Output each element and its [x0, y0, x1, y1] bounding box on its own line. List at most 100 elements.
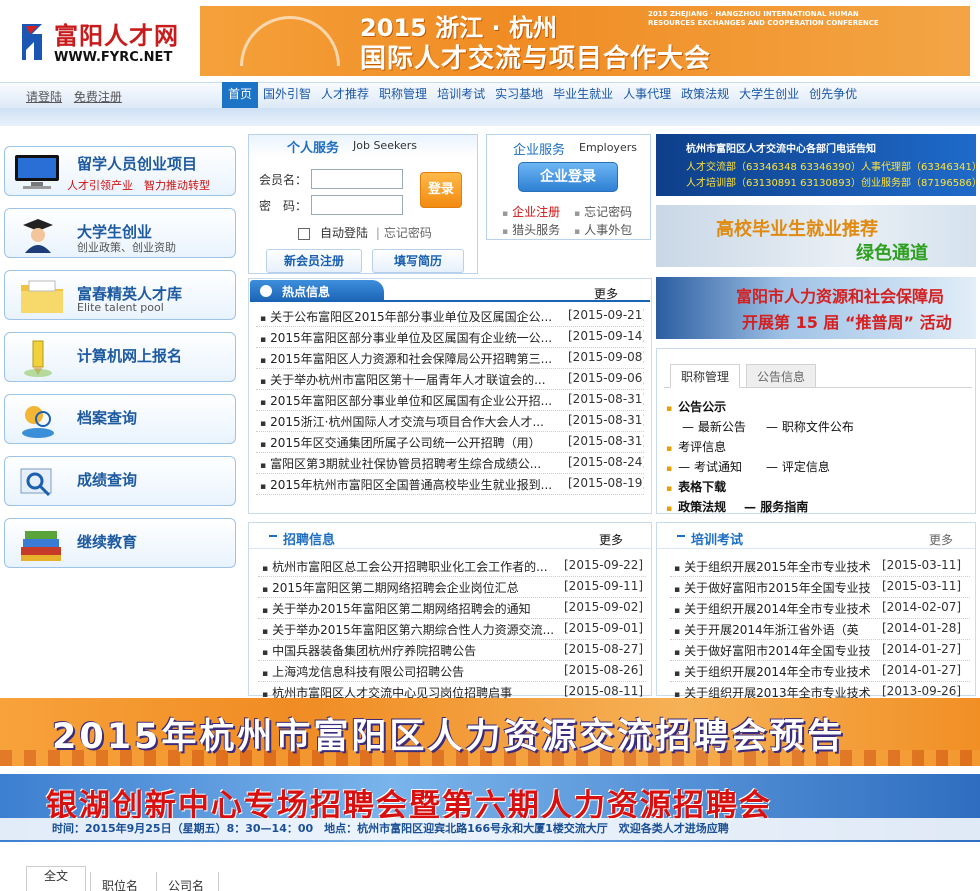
list-item-title[interactable]: 上海鸿龙信息科技有限公司招聘公告 [262, 663, 464, 680]
training-more-link[interactable]: 更多 [929, 531, 953, 548]
list-item[interactable]: 2015年杭州市富阳区全国普通高校毕业生就业报到... [2015-08-19] [256, 474, 644, 495]
mandarin-week-ad[interactable]: 富阳市人力资源和社会保障局 开展第 15 届 “推普周” 活动 [656, 277, 976, 339]
list-item-title[interactable]: 关于举办杭州市富阳区第十一届青年人才联谊会的... [260, 371, 545, 388]
exam-info-heading[interactable]: ▪ 考评信息 [666, 438, 726, 455]
list-item[interactable]: 关于开展2014年浙江省外语（英 [2014-01-28] [670, 619, 970, 640]
login-button[interactable]: 登录 [420, 172, 462, 208]
list-item[interactable]: 富阳区第3期就业社保协管员招聘考生综合成绩公... [2015-08-24] [256, 453, 644, 474]
nav-item-talent[interactable]: 人才推荐 [316, 82, 374, 108]
headhunter-link[interactable]: 猎头服务 [502, 221, 560, 238]
fill-resume-button[interactable]: 填写简历 [372, 249, 464, 273]
search-tab-fulltext[interactable]: 全文 [26, 866, 86, 891]
list-item-title[interactable]: 关于做好富阳市2015年全国专业技 [674, 579, 871, 596]
list-item-title[interactable]: 中国兵器装备集团杭州疗养院招聘公告 [262, 642, 476, 659]
list-item-title[interactable]: 关于组织开展2014年全市专业技术 [674, 600, 871, 617]
list-item[interactable]: 杭州市富阳区总工会公开招聘职业化工会工作者的... [2015-09-22] [258, 556, 646, 577]
nav-item-internship[interactable]: 实习基地 [490, 82, 548, 108]
job-fair-preview-banner[interactable]: 2015年杭州市富阳区人力资源交流招聘会预告 [0, 698, 980, 766]
list-item[interactable]: 2015年富阳区人力资源和社会保障局公开招聘第三... [2015-09-08] [256, 348, 644, 369]
list-item-title[interactable]: 关于公布富阳区2015年部分事业单位及区属国企公... [260, 308, 552, 325]
nav-item-title-mgmt[interactable]: 职称管理 [374, 82, 432, 108]
recruit-more-link[interactable]: 更多 [599, 531, 623, 548]
phone-directory-ad[interactable]: 杭州市富阳区人才交流中心各部门电话告知 人才交流部（63346348 63346… [656, 134, 976, 196]
list-item[interactable]: 关于组织开展2014年全市专业技术 [2014-01-27] [670, 661, 970, 682]
tab-title-management[interactable]: 职称管理 [670, 364, 741, 388]
list-item[interactable]: 上海鸿龙信息科技有限公司招聘公告 [2015-08-26] [258, 661, 646, 682]
list-item[interactable]: 关于公布富阳区2015年部分事业单位及区属国企公... [2015-09-21] [256, 306, 644, 327]
auto-login-checkbox[interactable] [298, 227, 310, 240]
list-item-title[interactable]: 2015年富阳区人力资源和社会保障局公开招聘第三... [260, 350, 552, 367]
forgot-password-link[interactable]: 忘记密码 [384, 226, 432, 240]
hot-news-more-link[interactable]: 更多 [594, 285, 618, 302]
list-item[interactable]: 2015浙江·杭州国际人才交流与项目合作大会人才... [2015-08-31] [256, 411, 644, 432]
nav-item-startup[interactable]: 大学生创业 [734, 82, 804, 108]
list-item[interactable]: 2015年富阳区部分事业单位和区属国有企业公开招... [2015-08-31] [256, 390, 644, 411]
search-tab-position[interactable]: 职位名 [102, 877, 138, 891]
left-menu-archive-query[interactable]: 档案查询 [4, 394, 236, 444]
nav-item-excellence[interactable]: 创先争优 [804, 82, 862, 108]
list-item[interactable]: 中国兵器装备集团杭州疗养院招聘公告 [2015-08-27] [258, 640, 646, 661]
left-menu-overseas[interactable]: 留学人员创业项目 人才引领产业 智力推动转型 [4, 146, 236, 196]
list-item-title[interactable]: 关于举办2015年富阳区第二期网络招聘会的通知 [262, 600, 531, 617]
left-menu-student-startup[interactable]: 大学生创业 创业政策、创业资助 [4, 208, 236, 258]
list-item-title[interactable]: 2015年区交通集团所属子公司统一公开招聘（用） [260, 434, 541, 451]
list-item[interactable]: 关于举办2015年富阳区第六期综合性人力资源交流... [2015-09-01] [258, 619, 646, 640]
list-item[interactable]: 关于组织开展2015年全市专业技术 [2015-03-11] [670, 556, 970, 577]
list-item-title[interactable]: 富阳区第3期就业社保协管员招聘考生综合成绩公... [260, 455, 541, 472]
login-link[interactable]: 请登陆 [26, 90, 62, 104]
list-item-title[interactable]: 关于组织开展2015年全市专业技术 [674, 558, 871, 575]
notice-heading[interactable]: 公告公示 [666, 398, 726, 415]
banner-line2: 国际人才交流与项目合作大会 [360, 44, 712, 74]
list-item-title[interactable]: 关于做好富阳市2014年全国专业技 [674, 642, 871, 659]
enterprise-forgot-link[interactable]: 忘记密码 [574, 203, 632, 220]
register-link[interactable]: 免费注册 [74, 90, 122, 104]
list-item[interactable]: 2015年区交通集团所属子公司统一公开招聘（用） [2015-08-31] [256, 432, 644, 453]
list-item-title[interactable]: 关于开展2014年浙江省外语（英 [674, 621, 859, 638]
exam-notice-link[interactable]: ▪ — 考试通知 [666, 458, 742, 475]
nav-item-foreign[interactable]: 国外引智 [258, 82, 316, 108]
left-menu-score-query[interactable]: 成绩查询 [4, 456, 236, 506]
nav-item-policy[interactable]: 政策法规 [676, 82, 734, 108]
nav-item-graduates[interactable]: 毕业生就业 [548, 82, 618, 108]
nav-item-training[interactable]: 培训考试 [432, 82, 490, 108]
list-item-title[interactable]: 关于举办2015年富阳区第六期综合性人力资源交流... [262, 621, 554, 638]
list-item[interactable]: 关于举办2015年富阳区第二期网络招聘会的通知 [2015-09-02] [258, 598, 646, 619]
list-item[interactable]: 关于做好富阳市2014年全国专业技 [2014-01-27] [670, 640, 970, 661]
search-tab-company[interactable]: 公司名 [168, 877, 204, 891]
service-guide-link[interactable]: — 服务指南 [744, 498, 808, 515]
left-menu-computer-signup[interactable]: 计算机网上报名 [4, 332, 236, 382]
latest-notice-link[interactable]: — 最新公告 [682, 418, 746, 435]
site-logo[interactable]: 富阳人才网 WWW.FYRC.NET [18, 14, 178, 70]
conference-banner[interactable]: 2015 浙江 · 杭州 国际人才交流与项目合作大会 2015 ZHEJIANG… [200, 6, 970, 76]
outsourcing-link[interactable]: 人事外包 [574, 221, 632, 238]
hot-news-tab[interactable]: 热点信息 [250, 280, 384, 302]
list-item-title[interactable]: 2015浙江·杭州国际人才交流与项目合作大会人才... [260, 413, 544, 430]
title-doc-link[interactable]: — 职称文件公布 [766, 418, 854, 435]
new-member-register-button[interactable]: 新会员注册 [266, 249, 362, 273]
list-item-title[interactable]: 2015年富阳区部分事业单位及区属国有企业统一公... [260, 329, 552, 346]
list-item-title[interactable]: 2015年富阳区部分事业单位和区属国有企业公开招... [260, 392, 552, 409]
list-item[interactable]: 关于组织开展2014年全市专业技术 [2014-02-07] [670, 598, 970, 619]
nav-item-personnel[interactable]: 人事代理 [618, 82, 676, 108]
left-menu-continuing-edu[interactable]: 继续教育 [4, 518, 236, 568]
list-item-title[interactable]: 2015年杭州市富阳区全国普通高校毕业生就业报到... [260, 476, 552, 493]
list-item[interactable]: 关于举办杭州市富阳区第十一届青年人才联谊会的... [2015-09-06] [256, 369, 644, 390]
password-input[interactable] [311, 195, 403, 215]
enterprise-register-link[interactable]: 企业注册 [502, 203, 560, 220]
graduate-green-channel-ad[interactable]: 高校毕业生就业推荐 绿色通道 [656, 205, 976, 267]
policy-link[interactable]: 政策法规 [666, 498, 726, 515]
list-item-title[interactable]: 2015年富阳区第二期网络招聘会企业岗位汇总 [262, 579, 519, 596]
enterprise-login-button[interactable]: 企业登录 [518, 162, 618, 192]
yinhu-job-fair-banner[interactable]: 银湖创新中心专场招聘会暨第六期人力资源招聘会 时间：2015年9月25日（星期五… [0, 774, 980, 842]
list-item-title[interactable]: 关于组织开展2014年全市专业技术 [674, 663, 871, 680]
forms-download-link[interactable]: 表格下载 [666, 478, 726, 495]
member-input[interactable] [311, 169, 403, 189]
list-item[interactable]: 关于做好富阳市2015年全国专业技 [2015-03-11] [670, 577, 970, 598]
list-item[interactable]: 2015年富阳区第二期网络招聘会企业岗位汇总 [2015-09-11] [258, 577, 646, 598]
list-item[interactable]: 2015年富阳区部分事业单位及区属国有企业统一公... [2015-09-14] [256, 327, 644, 348]
eval-info-link[interactable]: — 评定信息 [766, 458, 830, 475]
left-menu-elite-pool[interactable]: 富春精英人才库 Elite talent pool [4, 270, 236, 320]
nav-item-home[interactable]: 首页 [222, 82, 259, 108]
tab-announcements[interactable]: 公告信息 [746, 364, 817, 388]
list-item-title[interactable]: 杭州市富阳区总工会公开招聘职业化工会工作者的... [262, 558, 547, 575]
